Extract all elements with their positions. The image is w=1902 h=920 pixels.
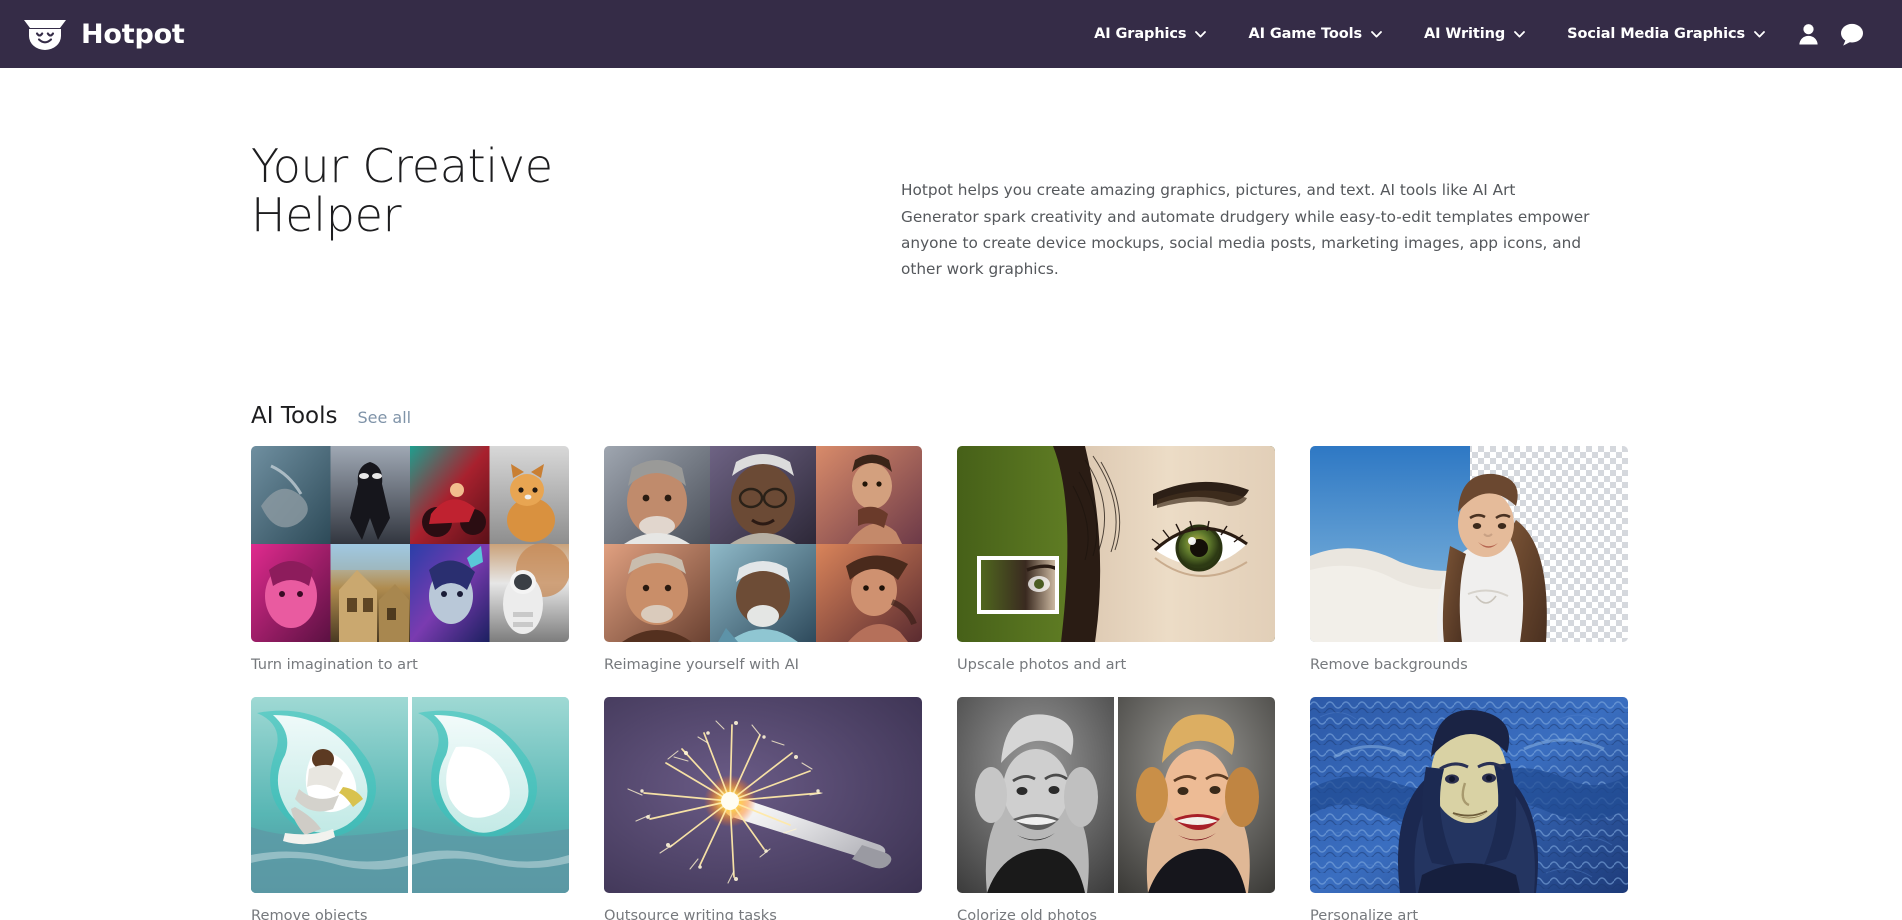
tool-caption: Remove objects bbox=[251, 907, 569, 920]
tool-card-upscale-photos-and-art[interactable]: Upscale photos and art bbox=[957, 446, 1275, 673]
eye-closeup-upscale-thumbnail bbox=[957, 446, 1275, 642]
nav-item-label: AI Writing bbox=[1424, 26, 1505, 42]
chat-bubble-icon[interactable] bbox=[1830, 12, 1874, 56]
nav-links-group: AI Graphics AI Game Tools AI Writing Soc… bbox=[1073, 12, 1874, 56]
see-all-link[interactable]: See all bbox=[358, 408, 412, 427]
tool-card-outsource-writing-tasks[interactable]: Outsource writing tasks bbox=[604, 697, 922, 920]
mona-lisa-style-transfer-thumbnail bbox=[1310, 697, 1628, 893]
ai-art-grid-thumbnail bbox=[251, 446, 569, 642]
nav-item-label: AI Graphics bbox=[1094, 26, 1186, 42]
brand-logo-link[interactable]: Hotpot bbox=[22, 17, 185, 51]
tool-card-turn-imagination-to-art[interactable]: Turn imagination to art bbox=[251, 446, 569, 673]
tool-caption: Personalize art bbox=[1310, 907, 1628, 920]
tool-caption: Turn imagination to art bbox=[251, 656, 569, 673]
tool-caption: Colorize old photos bbox=[957, 907, 1275, 920]
chevron-down-icon bbox=[1514, 26, 1525, 42]
hero-section: Your Creative Helper Hotpot helps you cr… bbox=[251, 68, 1902, 298]
tool-caption: Upscale photos and art bbox=[957, 656, 1275, 673]
ai-tools-grid: Turn imagination to art bbox=[251, 446, 1633, 920]
top-navigation-bar: Hotpot AI Graphics AI Game Tools AI Writ… bbox=[0, 0, 1902, 68]
tool-card-personalize-art[interactable]: Personalize art bbox=[1310, 697, 1628, 920]
tool-card-reimagine-yourself-with-ai[interactable]: Reimagine yourself with AI bbox=[604, 446, 922, 673]
tool-card-remove-objects[interactable]: Remove objects bbox=[251, 697, 569, 920]
tool-card-colorize-old-photos[interactable]: Colorize old photos bbox=[957, 697, 1275, 920]
tool-card-remove-backgrounds[interactable]: Remove backgrounds bbox=[1310, 446, 1628, 673]
ai-portrait-grid-thumbnail bbox=[604, 446, 922, 642]
brand-name-label: Hotpot bbox=[81, 19, 185, 50]
chevron-down-icon bbox=[1195, 26, 1206, 42]
hotpot-smiley-pot-icon bbox=[22, 17, 68, 51]
nav-item-label: AI Game Tools bbox=[1248, 26, 1362, 42]
sparkler-pen-thumbnail bbox=[604, 697, 922, 893]
hero-description: Hotpot helps you create amazing graphics… bbox=[901, 157, 1591, 282]
nav-item-ai-game-tools[interactable]: AI Game Tools bbox=[1227, 26, 1403, 42]
surfer-wave-beforeafter-thumbnail bbox=[251, 697, 569, 893]
tool-caption: Remove backgrounds bbox=[1310, 656, 1628, 673]
portrait-transparent-bg-thumbnail bbox=[1310, 446, 1628, 642]
tool-caption: Reimagine yourself with AI bbox=[604, 656, 922, 673]
chevron-down-icon bbox=[1754, 26, 1765, 42]
nav-item-ai-graphics[interactable]: AI Graphics bbox=[1073, 26, 1227, 42]
page-title: Your Creative Helper bbox=[251, 142, 681, 298]
user-account-icon[interactable] bbox=[1786, 12, 1830, 56]
nav-item-social-media-graphics[interactable]: Social Media Graphics bbox=[1546, 26, 1786, 42]
portrait-bw-color-thumbnail bbox=[957, 697, 1275, 893]
page-content: Your Creative Helper Hotpot helps you cr… bbox=[0, 68, 1902, 920]
chevron-down-icon bbox=[1371, 26, 1382, 42]
tool-caption: Outsource writing tasks bbox=[604, 907, 922, 920]
section-title: AI Tools bbox=[251, 403, 338, 429]
nav-item-ai-writing[interactable]: AI Writing bbox=[1403, 26, 1546, 42]
ai-tools-section-header: AI Tools See all bbox=[251, 403, 1902, 429]
nav-item-label: Social Media Graphics bbox=[1567, 26, 1745, 42]
